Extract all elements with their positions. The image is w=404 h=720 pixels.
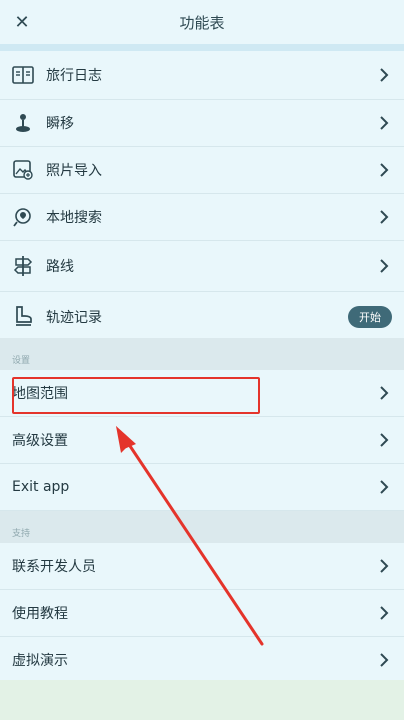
menu-item-label: 本地搜索	[46, 210, 102, 226]
chevron-right-icon	[380, 559, 389, 573]
header-divider	[0, 44, 404, 51]
chevron-right-icon	[380, 259, 389, 273]
chevron-right-icon	[380, 386, 389, 400]
menu-item-label: 路线	[46, 259, 74, 275]
boot-icon	[12, 306, 34, 328]
menu-item-label: 使用教程	[12, 606, 68, 622]
menu-item-label: Exit app	[12, 479, 70, 495]
menu-item-label: 照片导入	[46, 163, 102, 179]
signpost-icon	[12, 255, 34, 277]
section-header-support: 支持	[0, 511, 404, 543]
chevron-right-icon	[380, 116, 389, 130]
tools-list: 旅行日志 瞬移 照片导入 本地搜索 路线 轨迹记录 开始	[0, 51, 404, 343]
menu-item-exit-app[interactable]: Exit app	[0, 464, 404, 511]
menu-item-advanced-settings[interactable]: 高级设置	[0, 417, 404, 464]
chevron-right-icon	[380, 433, 389, 447]
menu-item-label: 旅行日志	[46, 68, 102, 84]
close-icon[interactable]: ✕	[10, 10, 34, 34]
menu-item-label: 联系开发人员	[12, 559, 96, 575]
menu-item-teleport[interactable]: 瞬移	[0, 100, 404, 147]
menu-item-contact-developer[interactable]: 联系开发人员	[0, 543, 404, 590]
menu-item-label: 虚拟演示	[12, 653, 68, 669]
menu-item-travel-log[interactable]: 旅行日志	[0, 51, 404, 100]
page-title: 功能表	[179, 13, 225, 32]
search-location-icon	[12, 206, 34, 228]
menu-item-label: 瞬移	[46, 116, 74, 132]
chevron-right-icon	[380, 480, 389, 494]
bottom-band	[0, 680, 404, 720]
joystick-icon	[12, 112, 34, 134]
chevron-right-icon	[380, 210, 389, 224]
annotation-highlight-box	[12, 377, 260, 414]
app-header: ✕ 功能表	[0, 0, 404, 44]
start-recording-button[interactable]: 开始	[348, 306, 392, 328]
menu-item-track-recording: 轨迹记录 开始	[0, 292, 404, 343]
menu-item-label: 高级设置	[12, 433, 68, 449]
menu-item-label: 轨迹记录	[46, 310, 102, 326]
menu-item-local-search[interactable]: 本地搜索	[0, 194, 404, 241]
menu-item-photo-import[interactable]: 照片导入	[0, 147, 404, 194]
menu-item-virtual-demo[interactable]: 虚拟演示	[0, 637, 404, 684]
journal-icon	[12, 64, 34, 86]
chevron-right-icon	[380, 653, 389, 667]
menu-item-route[interactable]: 路线	[0, 241, 404, 292]
chevron-right-icon	[380, 68, 389, 82]
support-list: 联系开发人员 使用教程 虚拟演示	[0, 543, 404, 684]
menu-item-tutorial[interactable]: 使用教程	[0, 590, 404, 637]
chevron-right-icon	[380, 606, 389, 620]
section-header-settings: 设置	[0, 338, 404, 370]
photo-import-icon	[12, 159, 34, 181]
chevron-right-icon	[380, 163, 389, 177]
